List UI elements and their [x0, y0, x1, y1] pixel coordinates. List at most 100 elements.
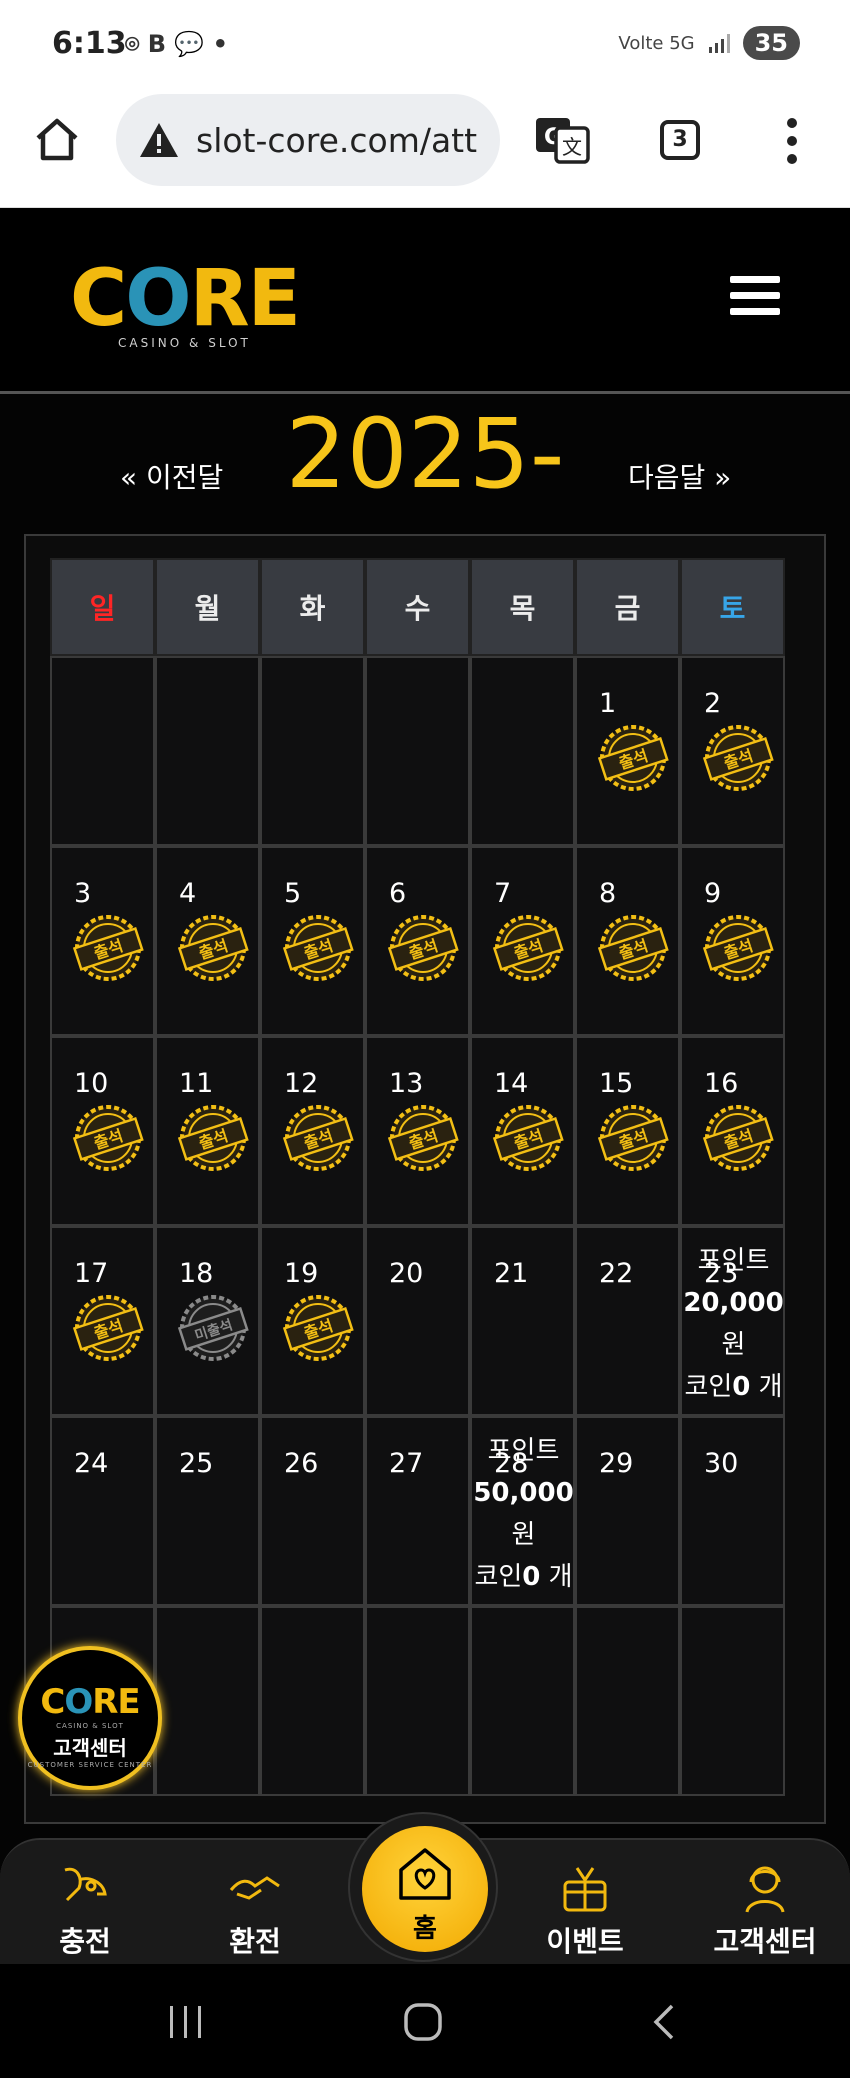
attendance-stamp-icon: 출석	[387, 1105, 459, 1171]
day-number: 8	[599, 878, 617, 909]
attendance-stamp-icon: 출석	[282, 1295, 354, 1361]
calendar-day-cell[interactable]	[155, 656, 260, 846]
calendar-day-cell[interactable]: 25	[155, 1416, 260, 1606]
translate-icon[interactable]: G文	[534, 114, 590, 166]
calendar-day-cell[interactable]: 4 출석	[155, 846, 260, 1036]
calendar-day-cell[interactable]: 30	[680, 1416, 785, 1606]
back-icon[interactable]	[646, 2002, 686, 2042]
calendar-day-cell[interactable]	[365, 656, 470, 846]
calendar-day-cell[interactable]: 17 출석	[50, 1226, 155, 1416]
calendar-day-cell[interactable]: 22	[575, 1226, 680, 1416]
recent-apps-icon[interactable]	[166, 2002, 206, 2042]
calendar-day-cell[interactable]: 24	[50, 1416, 155, 1606]
calendar-day-cell[interactable]: 28 포인트 50,000 원 코인0 개	[470, 1416, 575, 1606]
attendance-stamp-icon: 출석	[702, 915, 774, 981]
warning-icon[interactable]	[138, 121, 180, 159]
address-bar[interactable]: slot-core.com/att	[116, 94, 500, 186]
calendar-day-cell[interactable]: 27	[365, 1416, 470, 1606]
tab-support-label: 고객센터	[713, 1925, 817, 1958]
calendar-day-cell[interactable]: 3 출석	[50, 846, 155, 1036]
calendar-day-cell[interactable]: 8 출석	[575, 846, 680, 1036]
home-tab-button[interactable]: 홈	[348, 1812, 498, 1962]
reward-coin-unit: 개	[758, 1372, 783, 1402]
calendar-day-cell[interactable]: 6 출석	[365, 846, 470, 1036]
attendance-stamp-icon: 출석	[597, 915, 669, 981]
battery-icon: 35	[742, 26, 800, 60]
day-number: 19	[284, 1258, 319, 1289]
system-navigation-bar	[0, 1964, 850, 2078]
calendar-day-cell[interactable]: 1 출석	[575, 656, 680, 846]
home-icon[interactable]	[32, 114, 82, 164]
calendar-week-row: 24 25 26 27 28 포인트 50,000 원 코인0 개 29 30	[50, 1416, 828, 1606]
calendar-day-cell[interactable]: 23 포인트 20,000 원 코인0 개	[680, 1226, 785, 1416]
gift-icon	[563, 1867, 607, 1912]
menu-icon[interactable]	[730, 276, 780, 318]
day-number: 27	[389, 1448, 424, 1479]
calendar-day-cell[interactable]: 11 출석	[155, 1036, 260, 1226]
calendar-day-cell[interactable]	[680, 1606, 785, 1796]
calendar-day-cell[interactable]: 26	[260, 1416, 365, 1606]
calendar-day-cell[interactable]: 9 출석	[680, 846, 785, 1036]
calendar-day-cell[interactable]: 19 출석	[260, 1226, 365, 1416]
site-logo[interactable]: CORE CASINO & SLOT	[70, 260, 301, 350]
calendar-day-cell[interactable]: 14 출석	[470, 1036, 575, 1226]
attendance-stamp-icon: 출석	[72, 1295, 144, 1361]
weekday-header: 수	[365, 558, 470, 656]
calendar-day-cell[interactable]	[470, 656, 575, 846]
reward-coin-label: 코인	[474, 1562, 523, 1592]
calendar-week-row: 10 출석 11 출석 12 출석 13 출석 14 출석 15 출석 16 출석	[50, 1036, 828, 1226]
calendar-day-cell[interactable]	[365, 1606, 470, 1796]
attendance-stamp-icon: 출석	[177, 1105, 249, 1171]
calendar-day-cell[interactable]	[575, 1606, 680, 1796]
tab-charge[interactable]: 충전	[10, 1860, 160, 1960]
tab-exchange-label: 환전	[229, 1925, 281, 1958]
calendar-day-cell[interactable]: 13 출석	[365, 1036, 470, 1226]
calendar-day-cell[interactable]	[155, 1606, 260, 1796]
more-menu-icon[interactable]	[785, 116, 799, 166]
tab-event[interactable]: 이벤트	[510, 1860, 660, 1960]
tab-home-label: 홈	[413, 1914, 437, 1944]
system-home-icon[interactable]	[403, 2002, 443, 2042]
calendar-day-cell[interactable]: 15 출석	[575, 1036, 680, 1226]
calendar-day-cell[interactable]: 29	[575, 1416, 680, 1606]
calendar-day-cell[interactable]: 16 출석	[680, 1036, 785, 1226]
customer-service-float-button[interactable]: CORE CASINO & SLOT 고객센터 CUSTOMER SERVICE…	[18, 1646, 162, 1790]
calendar-day-cell[interactable]	[50, 656, 155, 846]
status-bar: 6:13 ⌾ B 💬 • Volte 5G 35	[0, 0, 850, 92]
calendar-day-cell[interactable]: 12 출석	[260, 1036, 365, 1226]
calendar-day-cell[interactable]: 18 미출석	[155, 1226, 260, 1416]
day-number: 1	[599, 688, 617, 719]
weekday-header: 목	[470, 558, 575, 656]
calendar-day-cell[interactable]: 2 출석	[680, 656, 785, 846]
day-number: 4	[179, 878, 197, 909]
prev-month-link[interactable]: « 이전달	[120, 456, 223, 496]
attendance-stamp-icon: 출석	[702, 1105, 774, 1171]
tab-event-label: 이벤트	[546, 1925, 624, 1958]
site-header: CORE CASINO & SLOT	[0, 208, 850, 394]
attendance-stamp-icon: 출석	[72, 1105, 144, 1171]
attendance-stamp-icon: 출석	[702, 725, 774, 791]
day-number: 29	[599, 1448, 634, 1479]
reward-point-amount: 20,000	[683, 1288, 784, 1318]
tab-exchange[interactable]: 환전	[180, 1860, 330, 1960]
attendance-stamp-icon: 출석	[492, 915, 564, 981]
day-number: 2	[704, 688, 722, 719]
day-number: 3	[74, 878, 92, 909]
day-number: 25	[179, 1448, 214, 1479]
calendar-day-cell[interactable]: 5 출석	[260, 846, 365, 1036]
calendar-day-cell[interactable]: 10 출석	[50, 1036, 155, 1226]
reward-coin-amount: 0	[522, 1562, 541, 1592]
tab-support[interactable]: 고객센터	[690, 1860, 840, 1960]
calendar-day-cell[interactable]: 20	[365, 1226, 470, 1416]
calendar-day-cell[interactable]	[260, 1606, 365, 1796]
url-text[interactable]: slot-core.com/att	[196, 121, 477, 160]
calendar-week-row: 17 출석 18 미출석 19 출석 20 21 22 23 포인트 20,000 원 코인0 개	[50, 1226, 828, 1416]
calendar-day-cell[interactable]	[470, 1606, 575, 1796]
weekday-header: 화	[260, 558, 365, 656]
calendar-day-cell[interactable]: 21	[470, 1226, 575, 1416]
calendar-day-cell[interactable]	[260, 656, 365, 846]
tab-switcher-button[interactable]: 3	[660, 120, 700, 160]
next-month-link[interactable]: 다음달 »	[628, 456, 731, 496]
calendar-day-cell[interactable]: 7 출석	[470, 846, 575, 1036]
attendance-stamp-icon: 출석	[282, 915, 354, 981]
